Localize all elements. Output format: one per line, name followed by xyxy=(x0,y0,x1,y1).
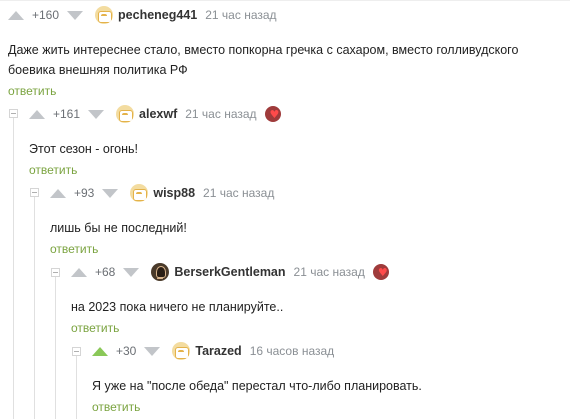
comment-header: +68 BerserkGentleman 21 час назад xyxy=(71,263,561,281)
user-avatar[interactable] xyxy=(116,105,135,123)
reply-link[interactable]: ответить xyxy=(8,84,56,98)
comment-text-line: Я уже на "после обеда" перестал что-либо… xyxy=(92,379,422,393)
thread-line[interactable] xyxy=(55,275,56,419)
downvote-arrow-icon[interactable] xyxy=(123,267,140,277)
comment-alexwf: +161 alexwf 21 час назад Этот сезон - ог… xyxy=(29,105,559,179)
comment-time[interactable]: 21 час назад xyxy=(294,265,365,279)
comment-text-line: Даже жить интереснее стало, вместо попко… xyxy=(8,43,519,57)
comment-username[interactable]: pecheneg441 xyxy=(118,8,197,22)
comment-pecheneg441: +160 pecheneg441 21 час назад Даже жить … xyxy=(8,6,563,100)
comment-text: Этот сезон - огонь! xyxy=(29,139,559,159)
comment-text: Я уже на "после обеда" перестал что-либо… xyxy=(92,376,562,396)
reply-link[interactable]: ответить xyxy=(71,321,119,335)
comment-username[interactable]: wisp88 xyxy=(153,186,195,200)
user-avatar[interactable] xyxy=(172,342,191,360)
thread-line[interactable] xyxy=(34,196,35,419)
comment-text-line: лишь бы не последний! xyxy=(50,221,187,235)
collapse-toggle-icon[interactable] xyxy=(51,268,60,277)
comment-text-line: Этот сезон - огонь! xyxy=(29,142,139,156)
upvote-arrow-icon[interactable] xyxy=(71,267,87,277)
user-avatar[interactable] xyxy=(130,184,149,202)
comment-text: лишь бы не последний! xyxy=(50,218,560,238)
comment-time[interactable]: 21 час назад xyxy=(185,107,256,121)
user-avatar[interactable] xyxy=(95,6,114,24)
comment-wisp88: +93 wisp88 21 час назад лишь бы не после… xyxy=(50,184,560,258)
reply-link[interactable]: ответить xyxy=(50,242,98,256)
collapse-toggle-icon[interactable] xyxy=(72,347,81,356)
comment-berserkgentleman: +68 BerserkGentleman 21 час назад на 202… xyxy=(71,263,561,337)
comment-time[interactable]: 21 час назад xyxy=(203,186,274,200)
comment-rating: +160 xyxy=(32,8,60,22)
comment-header: +161 alexwf 21 час назад xyxy=(29,105,559,123)
downvote-arrow-icon[interactable] xyxy=(102,188,119,198)
downvote-arrow-icon[interactable] xyxy=(144,346,161,356)
upvote-arrow-icon[interactable] xyxy=(29,109,45,119)
collapse-toggle-icon[interactable] xyxy=(9,109,18,118)
upvote-arrow-icon[interactable] xyxy=(8,10,24,20)
comment-text: на 2023 пока ничего не планируйте.. xyxy=(71,297,561,317)
comment-username[interactable]: alexwf xyxy=(139,107,177,121)
top-divider xyxy=(0,0,570,1)
comment-username[interactable]: BerserkGentleman xyxy=(174,265,285,279)
comment-rating: +93 xyxy=(74,186,95,200)
comment-time[interactable]: 16 часов назад xyxy=(250,344,334,358)
thread-line[interactable] xyxy=(76,355,77,419)
award-badge-icon[interactable] xyxy=(372,264,389,280)
comment-header: +160 pecheneg441 21 час назад xyxy=(8,6,563,24)
comment-tarazed: +30 Tarazed 16 часов назад Я уже на "пос… xyxy=(92,342,562,416)
award-badge-icon[interactable] xyxy=(264,106,281,122)
reply-link[interactable]: ответить xyxy=(29,163,77,177)
comment-rating: +68 xyxy=(95,265,116,279)
comment-text-line: на 2023 пока ничего не планируйте.. xyxy=(71,300,284,314)
comment-header: +30 Tarazed 16 часов назад xyxy=(92,342,562,360)
comment-time[interactable]: 21 час назад xyxy=(205,8,276,22)
comment-rating: +30 xyxy=(116,344,137,358)
comment-text: Даже жить интереснее стало, вместо попко… xyxy=(8,40,563,80)
downvote-arrow-icon[interactable] xyxy=(88,109,105,119)
comment-text-line: боевика внешняя политика РФ xyxy=(8,63,188,77)
thread-line[interactable] xyxy=(13,116,14,419)
collapse-toggle-icon[interactable] xyxy=(30,188,39,197)
downvote-arrow-icon[interactable] xyxy=(67,10,84,20)
upvote-arrow-icon[interactable] xyxy=(92,346,108,356)
comment-header: +93 wisp88 21 час назад xyxy=(50,184,560,202)
comment-rating: +161 xyxy=(53,107,81,121)
comment-username[interactable]: Tarazed xyxy=(195,344,241,358)
user-avatar[interactable] xyxy=(151,263,170,281)
reply-link[interactable]: ответить xyxy=(92,400,140,414)
upvote-arrow-icon[interactable] xyxy=(50,188,66,198)
